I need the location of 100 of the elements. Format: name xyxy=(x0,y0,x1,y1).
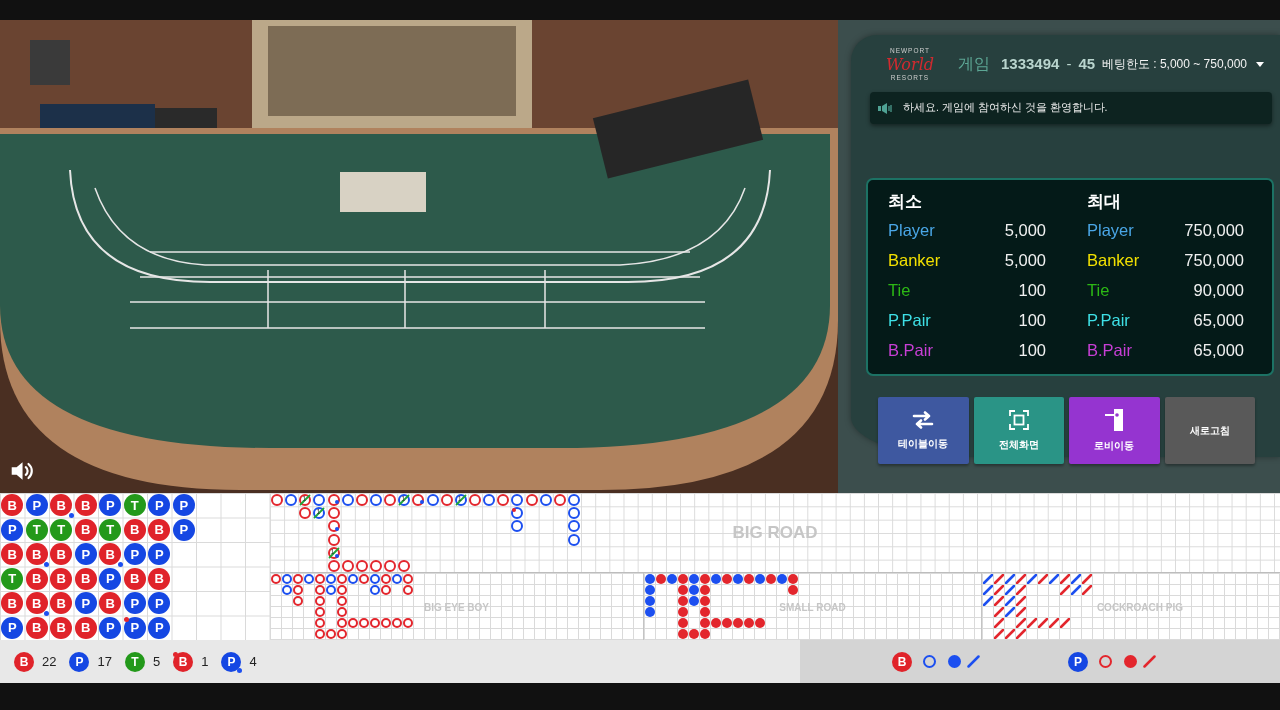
bead-marker: T xyxy=(50,518,73,541)
bead-marker: B xyxy=(1,592,24,615)
bead-marker: B xyxy=(25,616,48,639)
result-count: 5 xyxy=(152,654,161,669)
bead-marker: B xyxy=(99,543,122,566)
bet-type-label: Player xyxy=(888,220,935,241)
bead-marker: P xyxy=(74,592,97,615)
bet-limit-dropdown[interactable]: 베팅한도 : 5,000 ~ 750,000 xyxy=(1101,55,1264,73)
bead-marker: T xyxy=(1,567,24,590)
bead-marker: B xyxy=(148,567,171,590)
bead-marker: B xyxy=(25,567,48,590)
result-marker: B xyxy=(173,651,194,672)
bet-type-label: Banker xyxy=(1087,250,1140,271)
lobby-button[interactable]: 로비이동 xyxy=(1069,397,1160,464)
bead-marker: P xyxy=(148,543,171,566)
pair-dot-icon xyxy=(173,651,179,657)
road-label: BIG EYE BOY xyxy=(424,601,489,612)
bead-marker: B xyxy=(123,567,146,590)
separator: - xyxy=(1066,54,1072,72)
logo-wordmark: World xyxy=(886,54,934,74)
bead-marker: B xyxy=(1,494,24,517)
table-switch-button[interactable]: 테이블이동 xyxy=(878,397,969,464)
bead-marker: B xyxy=(148,518,171,541)
bead-marker: B xyxy=(1,543,24,566)
bead-marker: B xyxy=(50,543,73,566)
bead-marker: P xyxy=(99,494,122,517)
bead-marker: T xyxy=(99,518,122,541)
result-marker: B xyxy=(14,651,34,672)
column-heading: 최소 xyxy=(888,191,923,213)
result-count: 4 xyxy=(249,654,257,669)
bet-type-label: Tie xyxy=(1087,280,1110,301)
bead-marker: T xyxy=(25,518,48,541)
caret-icon xyxy=(1256,61,1264,67)
bead-marker: P xyxy=(99,616,122,639)
road-label: SMALL ROAD xyxy=(779,601,846,612)
result-marker[interactable]: B xyxy=(892,651,912,672)
bead-marker: P xyxy=(123,543,146,566)
door-icon xyxy=(1104,408,1125,431)
bet-type-label: Tie xyxy=(888,280,911,301)
limit-value: 65,000 xyxy=(1193,340,1244,361)
bead-marker: B xyxy=(50,616,73,639)
bead-marker: B xyxy=(74,518,97,541)
column-heading: 최대 xyxy=(1087,191,1122,213)
bead-marker: P xyxy=(99,567,122,590)
limit-value: 750,000 xyxy=(1184,250,1244,271)
bead-marker: P xyxy=(123,616,146,639)
bead-marker: B xyxy=(50,494,73,517)
limit-value: 65,000 xyxy=(1193,310,1244,331)
notice-text: 하세요. 게임에 참여하신 것을 환영합니다. xyxy=(903,101,1108,115)
limit-value: 5,000 xyxy=(1004,250,1046,271)
bead-marker: P xyxy=(172,494,195,517)
limit-value: 100 xyxy=(1018,340,1046,361)
bead-marker: P xyxy=(148,494,171,517)
bead-marker: B xyxy=(50,567,73,590)
fullscreen-button[interactable]: 전체화면 xyxy=(973,397,1064,464)
bead-marker: P xyxy=(25,494,48,517)
bead-marker: B xyxy=(74,567,97,590)
result-count: 17 xyxy=(97,654,112,669)
bead-marker: P xyxy=(148,616,171,639)
bead-marker: B xyxy=(25,592,48,615)
swap-arrows-icon xyxy=(912,410,935,429)
bead-marker: T xyxy=(123,494,146,517)
bead-marker: B xyxy=(25,543,48,566)
road-label: BIG ROAD xyxy=(732,522,818,543)
result-count: 22 xyxy=(42,654,57,669)
fullscreen-icon xyxy=(1008,409,1029,430)
bead-marker: B xyxy=(74,494,97,517)
bead-marker: P xyxy=(74,543,97,566)
pair-dot-icon xyxy=(237,667,243,673)
bet-type-label: Banker xyxy=(888,250,941,271)
game-label: 게임 xyxy=(958,53,990,74)
limit-value: 90,000 xyxy=(1193,280,1244,301)
bead-marker: P xyxy=(172,518,195,541)
road-label: COCKROACH PIG xyxy=(1096,601,1183,612)
bead-marker: B xyxy=(50,592,73,615)
result-marker[interactable]: P xyxy=(1068,651,1088,672)
bet-type-label: P.Pair xyxy=(888,310,931,331)
refresh-button[interactable]: 새로고침 xyxy=(1164,397,1255,464)
limit-value: 100 xyxy=(1018,310,1046,331)
bead-marker: P xyxy=(123,592,146,615)
bet-type-label: B.Pair xyxy=(888,340,933,361)
limit-value: 5,000 xyxy=(1004,220,1046,241)
result-marker: T xyxy=(124,651,145,672)
bet-type-label: B.Pair xyxy=(1087,340,1132,361)
bead-marker: P xyxy=(1,518,24,541)
bead-marker: B xyxy=(74,616,97,639)
bet-type-label: Player xyxy=(1087,220,1134,241)
bet-type-label: P.Pair xyxy=(1087,310,1130,331)
result-marker: P xyxy=(221,651,242,672)
result-marker: P xyxy=(69,651,90,672)
bead-marker: B xyxy=(99,592,122,615)
bead-marker: B xyxy=(123,518,146,541)
bead-marker: P xyxy=(148,592,171,615)
limit-value: 100 xyxy=(1018,280,1046,301)
speaker-icon xyxy=(878,102,892,114)
limit-value: 750,000 xyxy=(1184,220,1244,241)
result-count: 1 xyxy=(201,654,209,669)
bead-marker: P xyxy=(1,616,24,639)
round-number: 45 xyxy=(1078,54,1096,72)
game-number: 1333494 xyxy=(1001,54,1060,72)
